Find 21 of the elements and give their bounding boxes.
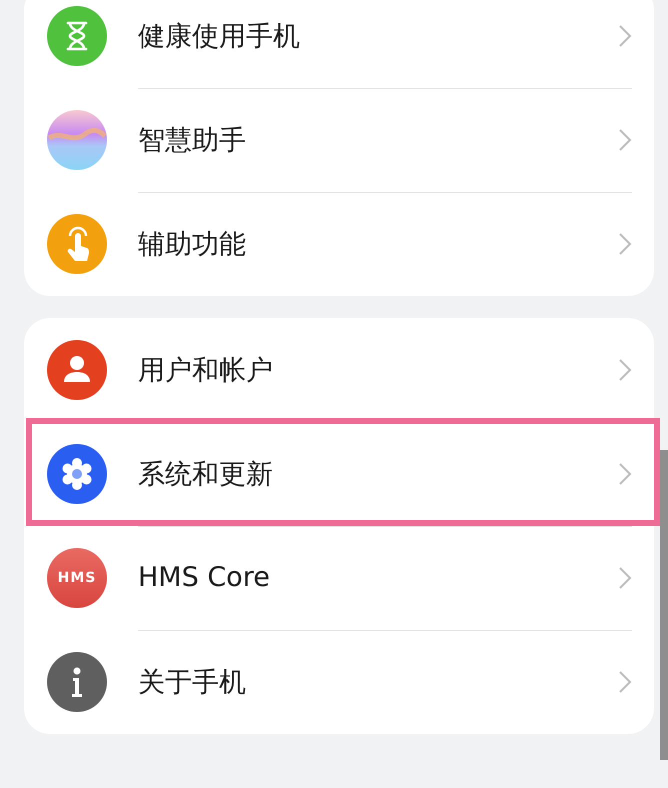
- menu-item-label[interactable]: 用户和帐户: [138, 352, 618, 388]
- menu-item-label[interactable]: 系统和更新: [138, 456, 618, 492]
- menu-item-label[interactable]: 辅助功能: [138, 226, 618, 262]
- chevron-icon: [618, 128, 632, 152]
- hms-logo-icon: HMS: [47, 548, 107, 608]
- chevron-icon: [618, 462, 632, 486]
- settings-icon: [47, 444, 107, 504]
- user-icon: [47, 340, 107, 400]
- menu-item-label[interactable]: HMS Core: [138, 562, 618, 593]
- chevron-icon: [618, 566, 632, 590]
- info-icon: [47, 652, 107, 712]
- menu-item-label[interactable]: 关于手机: [138, 664, 618, 700]
- hourglass-icon: [47, 6, 107, 66]
- menu-item-label[interactable]: 健康使用手机: [138, 18, 618, 54]
- hand-pointer-icon: [47, 214, 107, 274]
- menu-item-label[interactable]: 智慧助手: [138, 122, 618, 158]
- chevron-icon: [618, 358, 632, 382]
- chevron-icon: [618, 24, 632, 48]
- chevron-icon: [618, 670, 632, 694]
- orb-icon: [47, 110, 107, 170]
- chevron-icon: [618, 232, 632, 256]
